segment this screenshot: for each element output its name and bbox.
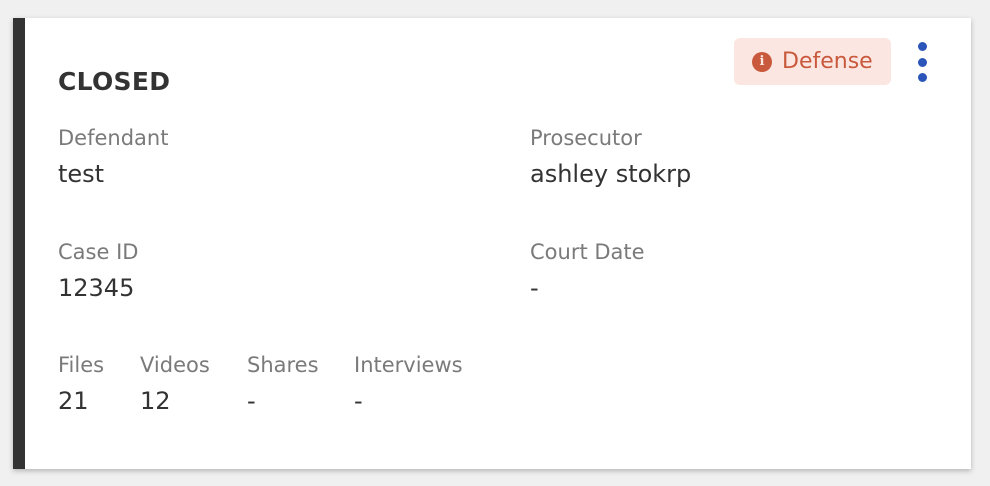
files-label: Files xyxy=(58,353,105,377)
info-icon: i xyxy=(752,51,772,72)
role-badge-label: Defense xyxy=(782,49,873,74)
defendant-field: Defendant test xyxy=(58,126,168,188)
defendant-value: test xyxy=(58,160,105,188)
files-stat: Files 21 xyxy=(58,353,104,415)
more-options-button[interactable] xyxy=(918,42,927,82)
shares-stat: Shares - xyxy=(247,353,319,415)
shares-value: - xyxy=(247,387,256,415)
shares-label: Shares xyxy=(247,353,319,377)
defendant-label: Defendant xyxy=(58,126,169,150)
prosecutor-label: Prosecutor xyxy=(530,126,642,150)
court-date-field: Court Date - xyxy=(530,240,645,302)
interviews-label: Interviews xyxy=(354,353,463,377)
case-id-field: Case ID 12345 xyxy=(58,240,138,302)
court-date-value: - xyxy=(530,274,539,302)
prosecutor-field: Prosecutor ashley stokrp xyxy=(530,126,691,188)
case-status: CLOSED xyxy=(58,67,171,96)
case-card[interactable]: CLOSED i Defense Defendant test Prosecut… xyxy=(13,18,971,469)
interviews-value: - xyxy=(354,387,363,415)
case-id-label: Case ID xyxy=(58,240,139,264)
videos-label: Videos xyxy=(140,353,210,377)
videos-stat: Videos 12 xyxy=(140,353,210,415)
interviews-stat: Interviews - xyxy=(354,353,463,415)
role-badge: i Defense xyxy=(734,38,891,85)
videos-value: 12 xyxy=(140,387,171,415)
court-date-label: Court Date xyxy=(530,240,645,264)
prosecutor-value: ashley stokrp xyxy=(530,160,692,188)
files-value: 21 xyxy=(58,387,89,415)
more-vertical-icon xyxy=(918,42,927,51)
case-id-value: 12345 xyxy=(58,274,135,302)
